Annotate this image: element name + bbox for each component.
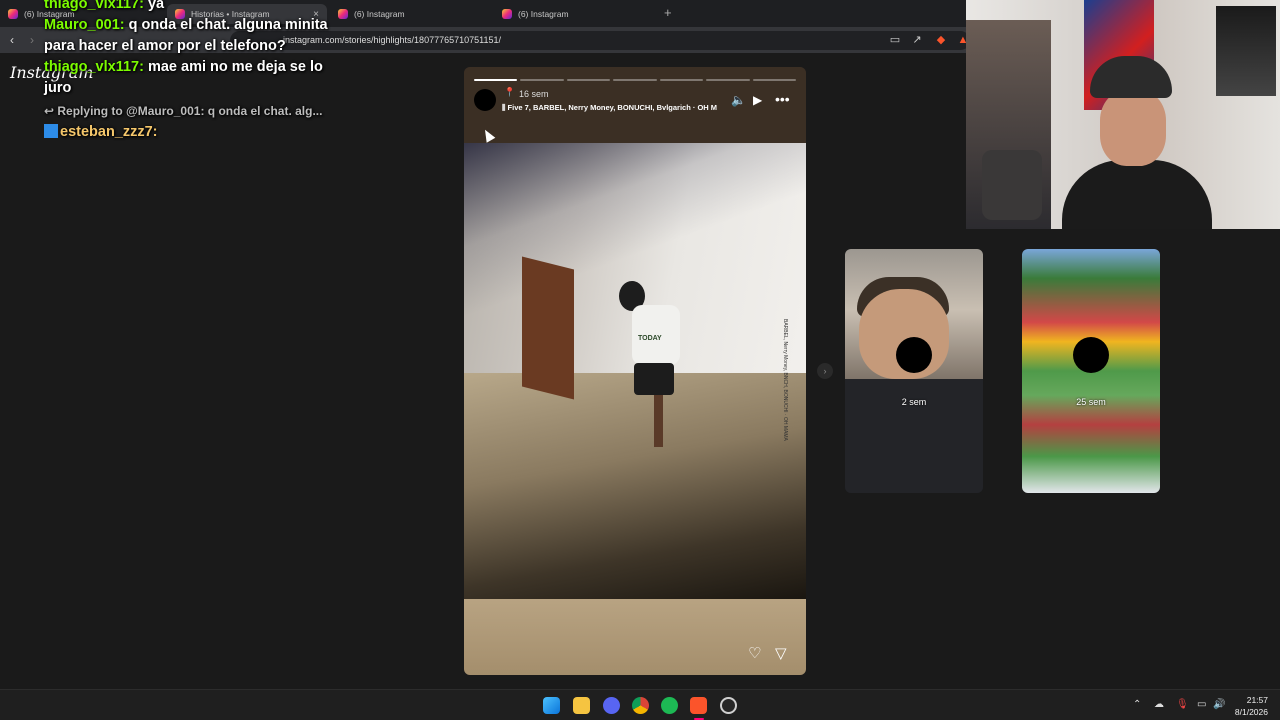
file-explorer-icon[interactable] [573, 697, 590, 714]
progress-segment [659, 79, 704, 81]
progress-segment [474, 79, 518, 81]
story-preview-card[interactable]: 25 sem [1022, 249, 1160, 493]
microphone-icon[interactable]: 🎙 [1176, 699, 1189, 710]
cloud-icon[interactable]: ☁ [1154, 699, 1164, 710]
preview-avatar [1073, 337, 1109, 373]
story-viewer[interactable]: 📍 16 sem ⫼ Five 7, BARBEL, Nerry Money, … [464, 67, 806, 675]
windows-start-icon[interactable] [543, 697, 560, 714]
webcam-chair [982, 150, 1042, 220]
preview-age: 2 sem [901, 397, 927, 407]
progress-segment [613, 79, 657, 81]
chrome-icon[interactable] [632, 697, 649, 714]
location-pin-icon: 📍 [504, 87, 516, 97]
progress-segment [706, 79, 750, 81]
spotify-icon[interactable] [661, 697, 678, 714]
heart-icon[interactable]: ♡ [748, 644, 761, 662]
chat-username: thiago_vlx117: [44, 59, 144, 75]
clock-time: 21:57 [1246, 695, 1268, 705]
clock-date: 8/1/2026 [1234, 707, 1268, 717]
webcam-person-body [1062, 160, 1212, 229]
volume-icon[interactable]: 🔊 [1213, 699, 1225, 710]
photo-door [522, 256, 574, 400]
webcam-person-face [1100, 90, 1166, 166]
photo-person-leg [654, 395, 663, 447]
photo-ground [464, 373, 806, 599]
tab-label: (6) Instagram [354, 9, 405, 19]
story-timestamp: 16 sem [519, 89, 549, 99]
forward-icon[interactable]: › [30, 33, 34, 47]
more-options-icon[interactable]: ••• [775, 91, 790, 107]
chat-message: thiago_vlx117: ya [44, 0, 344, 15]
progress-segment [752, 79, 796, 81]
instagram-favicon-icon [502, 9, 512, 19]
webcam-poster [1216, 6, 1276, 96]
network-icon[interactable]: ▭ [1197, 699, 1206, 710]
obs-icon[interactable] [720, 697, 737, 714]
story-avatar[interactable] [474, 89, 496, 111]
story-photo: TODAY BARBEL, Nerry Money, BNCH, BONUCHI… [464, 143, 806, 599]
next-story-arrow-icon[interactable]: › [817, 363, 833, 379]
stream-chat-overlay: thiago_vlx117: ya Mauro_001: q onda el c… [44, 0, 344, 143]
photo-person-shorts [634, 363, 674, 395]
story-music-text: Five 7, BARBEL, Nerry Money, BONUCHI, Bv… [507, 103, 718, 112]
preview-avatar [896, 337, 932, 373]
tab-instagram-4[interactable]: (6) Instagram [494, 4, 654, 24]
reader-mode-icon[interactable]: ▭ [889, 34, 901, 46]
webcam-overlay [966, 0, 1280, 229]
back-icon[interactable]: ‹ [10, 33, 14, 47]
shirt-text: TODAY [638, 335, 662, 342]
chat-text: ya [143, 0, 165, 12]
brave-shields-icon[interactable]: ◆ [935, 34, 947, 46]
chat-message: Mauro_001: q onda el chat. alguna minita… [44, 15, 344, 57]
new-tab-button[interactable]: + [664, 5, 672, 20]
chat-username: thiago_vlx117: [44, 0, 144, 12]
discord-icon[interactable] [603, 697, 620, 714]
story-footer [464, 599, 806, 675]
tab-instagram-3[interactable]: (6) Instagram [330, 4, 490, 24]
subscriber-badge-icon [44, 124, 58, 138]
instagram-favicon-icon [8, 9, 18, 19]
story-progress-bar [474, 79, 796, 81]
volume-icon[interactable]: 🔈 [731, 93, 746, 107]
chat-message: thiago_vlx117: mae ami no me deja se lo … [44, 57, 344, 99]
progress-segment [520, 79, 564, 81]
send-icon[interactable]: ▽ [775, 644, 787, 662]
system-clock[interactable]: 21:57 8/1/2026 [1235, 694, 1268, 718]
brave-icon[interactable] [690, 697, 707, 714]
reply-arrow-icon: ↩ [44, 104, 58, 118]
play-icon[interactable]: ▶ [753, 93, 762, 107]
tab-label: (6) Instagram [518, 9, 569, 19]
chat-username: Mauro_001: [44, 17, 125, 33]
chat-message: esteban_zzz7: [44, 122, 344, 143]
chat-reply-indicator: ↩ Replying to @Mauro_001: q onda el chat… [44, 101, 344, 122]
story-preview-card[interactable]: 2 sem [845, 249, 983, 493]
chat-username: esteban_zzz7: [60, 124, 158, 140]
share-icon[interactable]: ↗ [911, 34, 923, 46]
preview-age: 25 sem [1076, 397, 1106, 407]
story-side-caption: BARBEL, Nerry Money, BNCH, BONUCHI · OH … [782, 319, 788, 441]
chat-reply-text: Replying to @Mauro_001: q onda el chat. … [57, 104, 323, 118]
story-music[interactable]: ⫼ Five 7, BARBEL, Nerry Money, BONUCHI, … [502, 103, 724, 113]
chevron-up-icon[interactable]: ⌃ [1133, 699, 1141, 710]
taskbar: ⌃ ☁ 🎙 ▭ 🔊 21:57 8/1/2026 [0, 689, 1280, 720]
progress-segment [566, 79, 611, 81]
